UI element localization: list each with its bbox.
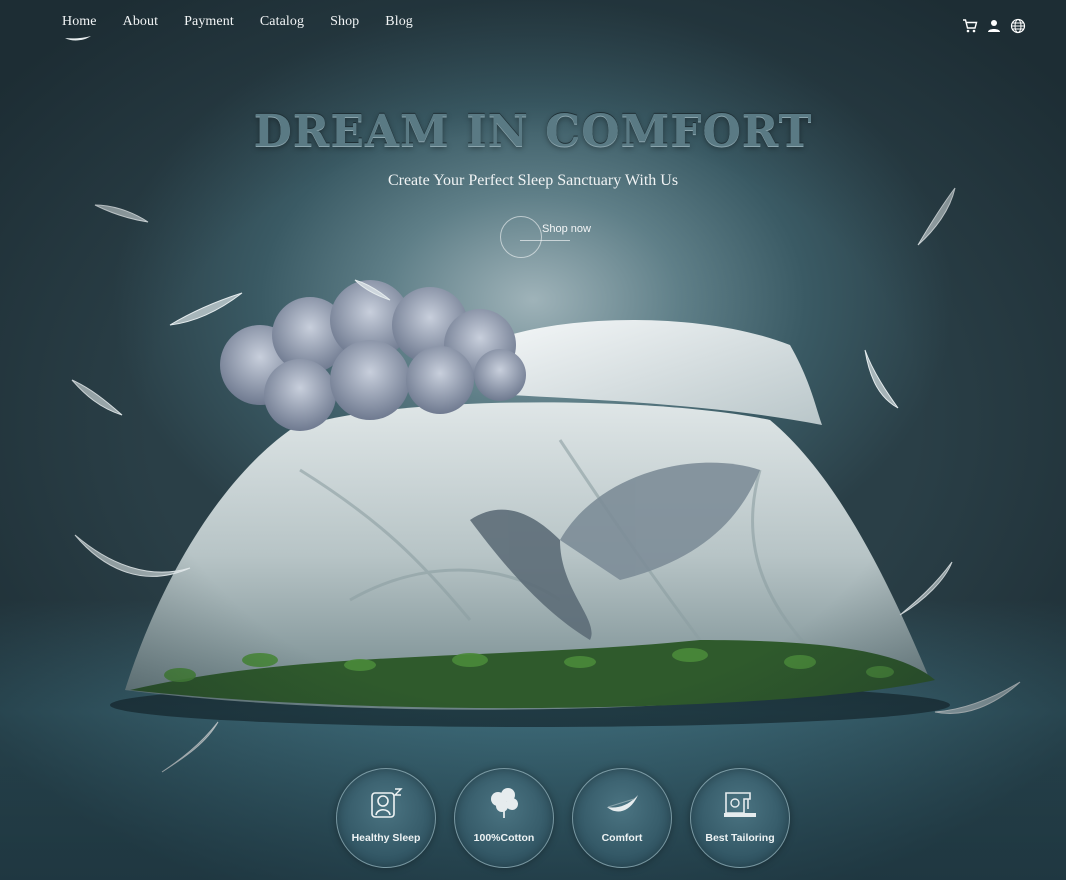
shop-now-label: Shop now xyxy=(542,223,591,235)
cart-icon[interactable] xyxy=(962,18,978,34)
nav-item-label: Catalog xyxy=(259,14,305,29)
main-nav: Home About Payment Catalog Shop Blog xyxy=(62,14,439,41)
feature-best-tailoring[interactable]: Best Tailoring xyxy=(690,768,790,868)
hero-subtitle: Create Your Perfect Sleep Sanctuary With… xyxy=(387,172,679,189)
shop-now-button[interactable]: Shop now xyxy=(500,216,591,258)
nav-item-label: About xyxy=(122,14,159,29)
healthy-sleep-icon xyxy=(371,788,403,818)
nav-item-label: Blog xyxy=(385,14,413,29)
nav-item-payment[interactable]: Payment xyxy=(184,14,234,30)
shop-now-line xyxy=(520,240,570,241)
feature-comfort[interactable]: Comfort xyxy=(572,768,672,868)
nav-item-label: Home xyxy=(62,14,97,29)
nav-item-blog[interactable]: Blog xyxy=(385,14,413,30)
feature-label: Comfort xyxy=(601,832,643,844)
feature-label: 100%Cotton xyxy=(473,832,535,844)
feather-icon xyxy=(607,795,638,812)
cotton-icon xyxy=(491,788,518,818)
feature-label: Healthy Sleep xyxy=(351,832,421,844)
feature-label: Best Tailoring xyxy=(705,832,775,844)
feature-healthy-sleep[interactable]: Healthy Sleep xyxy=(336,768,436,868)
feature-list: Healthy Sleep 100%Cotton Comfort Best Ta… xyxy=(336,768,790,868)
nav-item-about[interactable]: About xyxy=(123,14,159,30)
globe-icon[interactable] xyxy=(1010,18,1026,34)
feature-cotton[interactable]: 100%Cotton xyxy=(454,768,554,868)
user-icon[interactable] xyxy=(986,18,1002,34)
nav-icons xyxy=(962,18,1026,34)
nav-item-shop[interactable]: Shop xyxy=(330,14,359,30)
feather-underline-icon xyxy=(65,36,91,41)
shop-now-ring xyxy=(500,216,542,258)
sewing-machine-icon xyxy=(724,792,756,817)
nav-item-label: Shop xyxy=(330,14,360,29)
nav-item-label: Payment xyxy=(184,14,234,29)
nav-item-home[interactable]: Home xyxy=(62,14,97,41)
nav-item-catalog[interactable]: Catalog xyxy=(260,14,304,30)
hero-title: DREAM IN COMFORT xyxy=(253,106,813,157)
